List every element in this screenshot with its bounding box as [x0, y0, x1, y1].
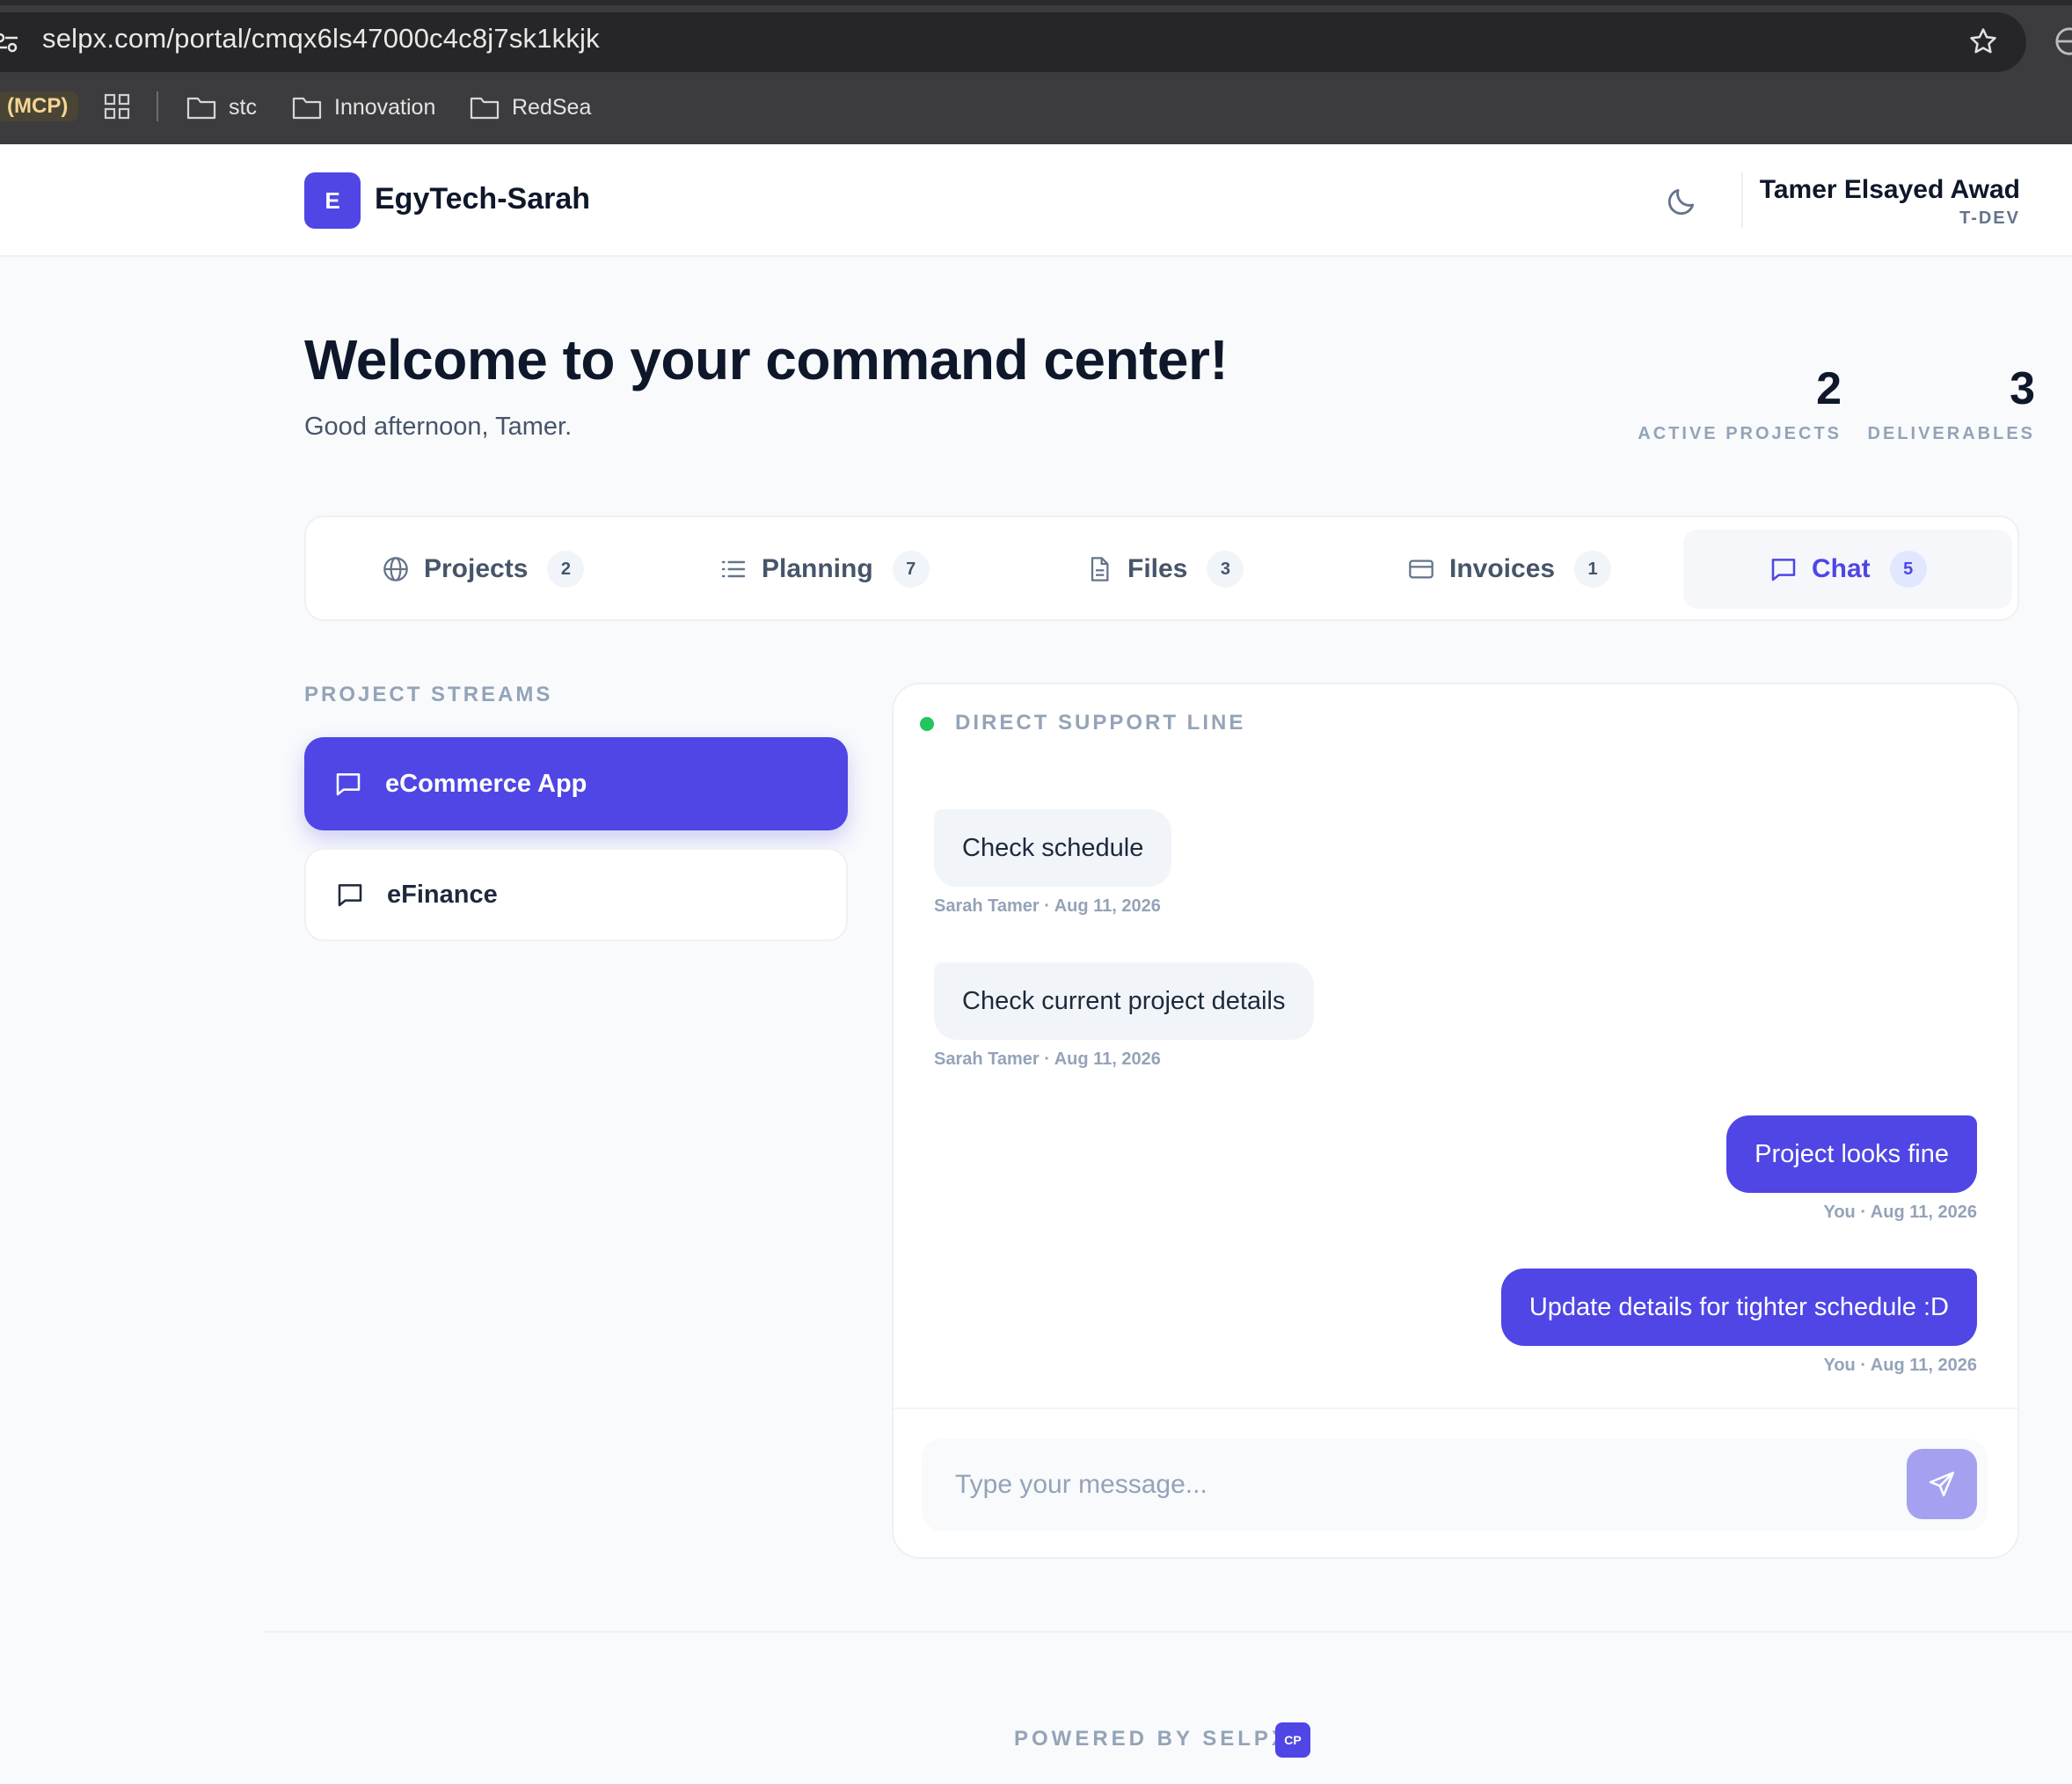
tab-label: Invoices [1449, 554, 1556, 583]
count-badge: 1 [1574, 551, 1612, 588]
stream-efinance[interactable]: eFinance [304, 848, 848, 941]
bookmark-label: Innovation [334, 94, 436, 120]
bookmark-label: stc [229, 94, 257, 120]
bookmark-label: RedSea [512, 94, 592, 120]
send-icon [1929, 1471, 1955, 1497]
greeting-text: Good afternoon, Tamer. [304, 413, 573, 441]
chat-title: DIRECT SUPPORT LINE [955, 711, 1246, 735]
tab-label: Chat [1812, 554, 1871, 583]
message-meta: You · Aug 11, 2026 [1823, 1203, 1977, 1222]
window-top-edge [0, 0, 2072, 5]
moon-icon[interactable] [1665, 185, 1698, 218]
file-icon [1091, 557, 1109, 581]
count-badge: 3 [1207, 551, 1244, 588]
footer-divider [264, 1631, 2072, 1633]
message-bubble-outgoing: Project looks fine [1726, 1115, 1977, 1193]
section-tabs: Projects 2 Planning 7 Files 3 Invoices 1… [304, 515, 2019, 621]
selpx-logo: CP [1275, 1722, 1310, 1758]
stat-value: 2 [1816, 363, 1842, 414]
workspace-name: EgyTech-Sarah [375, 182, 591, 216]
count-badge: 7 [892, 551, 930, 588]
chat-icon [1771, 559, 1796, 581]
folder-icon [470, 97, 500, 120]
message-composer [922, 1439, 1988, 1531]
site-settings-icon[interactable] [0, 30, 19, 55]
count-badge: 5 [1889, 551, 1927, 588]
chat-icon [338, 884, 362, 907]
folder-icon [292, 97, 322, 120]
url-text[interactable]: selpx.com/portal/cmqx6ls47000c4c8j7sk1kk… [42, 23, 600, 55]
message-bubble-incoming: Check current project details [934, 962, 1314, 1040]
browser-chrome: selpx.com/portal/cmqx6ls47000c4c8j7sk1kk… [0, 0, 2072, 144]
stat-active-projects: 2 ACTIVE PROJECTS [1638, 361, 1842, 444]
count-badge: 2 [547, 551, 585, 588]
chat-icon [336, 773, 361, 796]
message-meta: Sarah Tamer · Aug 11, 2026 [934, 1049, 1161, 1069]
tab-label: Projects [424, 554, 529, 583]
bookmark-mcp[interactable]: (MCP) [0, 91, 79, 121]
folder-icon [186, 97, 216, 120]
bookmark-star-icon[interactable] [1968, 26, 1998, 56]
message-meta: You · Aug 11, 2026 [1823, 1356, 1977, 1375]
stat-label: DELIVERABLES [1867, 424, 2035, 443]
stat-label: ACTIVE PROJECTS [1638, 424, 1842, 443]
bookmark-separator [157, 91, 158, 121]
list-icon [721, 560, 746, 578]
tab-chat[interactable]: Chat 5 [1683, 530, 2012, 609]
stat-deliverables: 3 DELIVERABLES [1868, 361, 2035, 444]
card-icon [1409, 559, 1434, 579]
user-role: T-DEV [1959, 208, 2020, 228]
bookmark-folder-innovation[interactable]: Innovation [292, 91, 435, 123]
message-bubble-incoming: Check schedule [934, 809, 1172, 887]
workspace-logo: E [304, 172, 361, 229]
tab-files[interactable]: Files 3 [1085, 530, 1244, 609]
stat-value: 3 [2010, 363, 2035, 414]
message-meta: Sarah Tamer · Aug 11, 2026 [934, 896, 1161, 916]
header-divider [1741, 172, 1743, 229]
send-button[interactable] [1907, 1449, 1977, 1519]
streams-heading: PROJECT STREAMS [304, 683, 553, 706]
composer-divider [894, 1407, 2017, 1409]
bookmark-folder-stc[interactable]: stc [186, 91, 257, 123]
tab-invoices[interactable]: Invoices 1 [1407, 530, 1612, 609]
bookmark-folder-redsea[interactable]: RedSea [470, 91, 591, 123]
globe-icon [383, 557, 408, 581]
online-status-dot [920, 717, 934, 731]
tab-label: Planning [762, 554, 873, 583]
profile-globe-icon[interactable] [2054, 26, 2072, 56]
tab-projects[interactable]: Projects 2 [382, 530, 585, 609]
message-input[interactable] [955, 1439, 1870, 1531]
tab-label: Files [1127, 554, 1188, 583]
footer-powered-by: POWERED BY SELPX [1014, 1727, 1289, 1751]
stream-ecommerce-app[interactable]: eCommerce App [304, 737, 848, 830]
tab-planning[interactable]: Planning 7 [719, 530, 930, 609]
stream-label: eFinance [387, 880, 498, 909]
page-title: Welcome to your command center! [304, 328, 1229, 391]
apps-grid-icon[interactable] [104, 93, 130, 120]
stream-label: eCommerce App [385, 769, 587, 798]
user-name[interactable]: Tamer Elsayed Awad [1760, 175, 2020, 205]
message-bubble-outgoing: Update details for tighter schedule :D [1500, 1269, 1977, 1346]
